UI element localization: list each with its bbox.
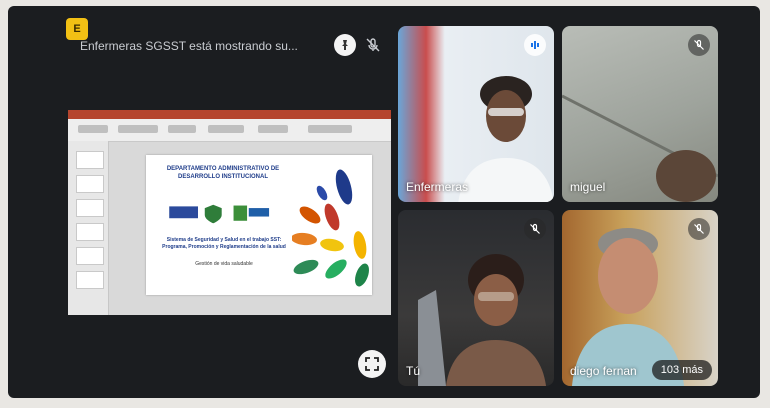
slide-body-text: Sistema de Seguridad y Salud en el traba… bbox=[162, 237, 286, 250]
mic-off-icon bbox=[366, 38, 380, 52]
participant-name: diego fernan bbox=[570, 364, 637, 378]
pin-button[interactable] bbox=[334, 34, 356, 56]
slide-subtitle: Gestión de vida saludable bbox=[195, 261, 253, 267]
participant-tile-4[interactable]: diego fernan 103 más bbox=[562, 210, 718, 386]
mic-off-indicator bbox=[524, 218, 546, 240]
participant-name: Tú bbox=[406, 364, 421, 378]
mic-off-icon bbox=[694, 39, 704, 50]
speaking-indicator bbox=[524, 34, 546, 56]
powerpoint-ribbon bbox=[68, 119, 391, 142]
presenter-mic-off-button[interactable] bbox=[364, 36, 382, 54]
fullscreen-button[interactable] bbox=[358, 350, 386, 378]
presentation-slide: DEPARTAMENTO ADMINISTRATIVO DE DESARROLL… bbox=[146, 155, 372, 295]
colorful-petals-graphic bbox=[292, 169, 369, 287]
mic-off-indicator bbox=[688, 218, 710, 240]
more-participants-button[interactable]: 103 más bbox=[651, 360, 712, 380]
meeting-stage: E Enfermeras SGSST está mostrando su... bbox=[8, 6, 760, 398]
presenter-status-text: Enfermeras SGSST está mostrando su... bbox=[80, 39, 298, 53]
mic-off-icon bbox=[694, 223, 704, 234]
audio-wave-icon bbox=[531, 41, 539, 49]
slide-thumbnails bbox=[68, 141, 109, 315]
participant-tile-3[interactable]: Tú bbox=[398, 210, 554, 386]
participant-video-figure bbox=[418, 254, 546, 386]
mic-off-indicator bbox=[688, 34, 710, 56]
fullscreen-icon bbox=[365, 357, 379, 371]
institution-logos bbox=[169, 204, 270, 224]
participant-name: Enfermeras bbox=[406, 180, 469, 194]
participant-tile-1[interactable]: Enfermeras bbox=[398, 26, 554, 202]
participant-name: miguel bbox=[570, 180, 606, 194]
presenter-avatar-badge: E bbox=[66, 18, 88, 40]
slide-title: DEPARTAMENTO ADMINISTRATIVO DE DESARROLL… bbox=[166, 166, 280, 180]
participant-tile-2[interactable]: miguel bbox=[562, 26, 718, 202]
pin-icon bbox=[342, 40, 348, 50]
mic-off-icon bbox=[530, 223, 540, 234]
shared-screen[interactable]: DEPARTAMENTO ADMINISTRATIVO DE DESARROLL… bbox=[68, 110, 391, 315]
